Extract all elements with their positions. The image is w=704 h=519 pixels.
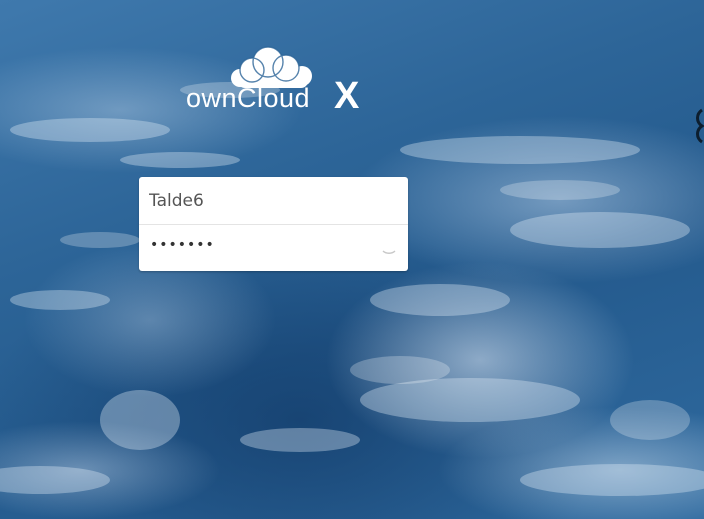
password-input[interactable]: ••••••• [150, 237, 215, 253]
username-input[interactable] [139, 177, 408, 224]
eye-icon[interactable] [380, 240, 398, 258]
brand-badge: X [334, 75, 360, 117]
edge-mark-icon [696, 108, 704, 144]
owncloud-logo: ownCloud X [186, 44, 366, 118]
login-form: ••••••• [139, 177, 408, 271]
password-field-wrapper[interactable]: ••••••• [139, 224, 408, 271]
login-page: ownCloud X ••••••• [0, 0, 704, 519]
username-field-wrapper [139, 177, 408, 224]
brand-name: ownCloud [186, 83, 311, 113]
